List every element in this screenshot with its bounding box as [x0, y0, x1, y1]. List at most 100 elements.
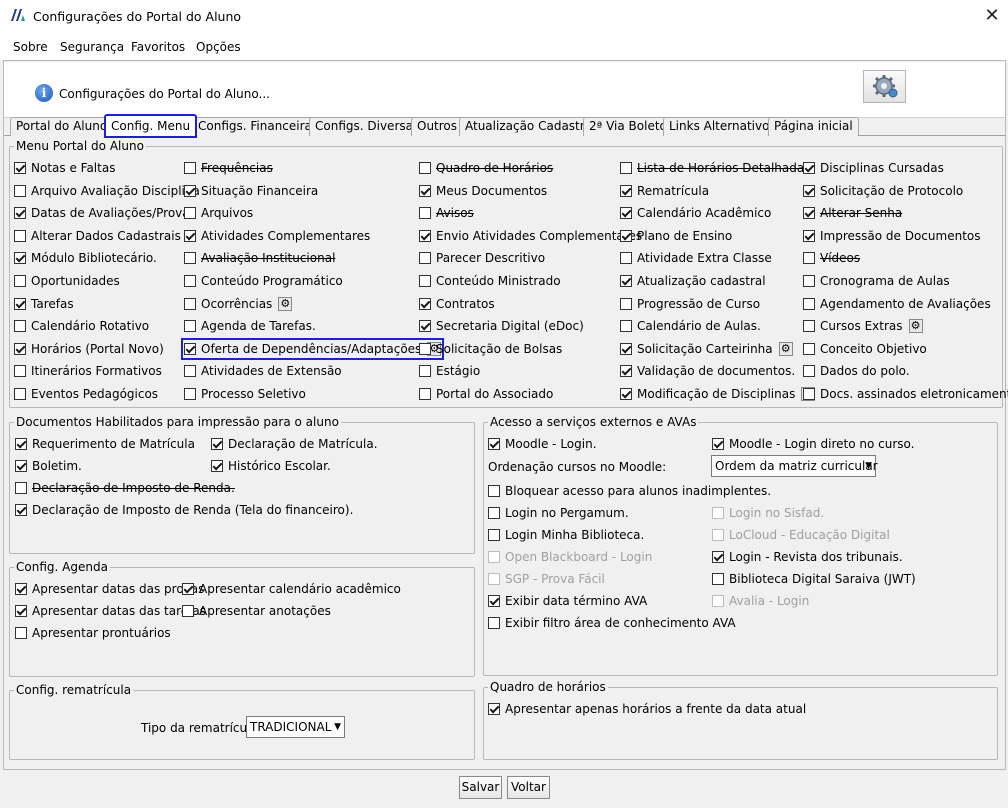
rematricula-select[interactable]: TRADICIONAL ▼ — [246, 716, 345, 738]
checkbox-box[interactable] — [620, 388, 632, 400]
checkbox-box[interactable] — [419, 298, 431, 310]
checkbox-box[interactable] — [419, 275, 431, 287]
tab-links-alternativos[interactable]: Links Alternativos — [663, 117, 782, 136]
checkbox-box[interactable] — [182, 605, 194, 617]
checkbox-box[interactable] — [488, 507, 500, 519]
checkbox-exibir-data-termino-ava[interactable]: Exibir data término AVA — [488, 593, 647, 609]
checkbox-situacao-financeira[interactable]: Situação Financeira — [184, 183, 318, 199]
checkbox-box[interactable] — [184, 298, 196, 310]
checkbox-box[interactable] — [488, 529, 500, 541]
checkbox-cursos-extras[interactable]: Cursos Extras ⚙ — [803, 318, 923, 334]
menu-opcoes[interactable]: Opções — [196, 40, 241, 54]
checkbox-solicitacao-carteirinha[interactable]: Solicitação Carteirinha ⚙ — [620, 341, 793, 357]
checkbox-box[interactable] — [488, 703, 500, 715]
save-button[interactable]: Salvar — [459, 776, 502, 799]
checkbox-arquivo-avaliacao-disciplina[interactable]: Arquivo Avaliação Disciplina — [14, 183, 200, 199]
checkbox-box[interactable] — [14, 252, 26, 264]
checkbox-ocorrencias[interactable]: Ocorrências ⚙ — [184, 296, 293, 312]
checkbox-box[interactable] — [712, 438, 724, 450]
gear-icon[interactable]: ⚙ — [908, 319, 923, 333]
checkbox-conteudo-programatico[interactable]: Conteúdo Programático — [184, 273, 343, 289]
checkbox-rematricula[interactable]: Rematrícula — [620, 183, 709, 199]
checkbox-box[interactable] — [620, 298, 632, 310]
checkbox-horarios-portal-novo[interactable]: Horários (Portal Novo) — [14, 341, 164, 357]
checkbox-box[interactable] — [15, 504, 27, 516]
checkbox-envio-atividades-complementares[interactable]: Envio Atividades Complementares — [419, 228, 642, 244]
checkbox-box[interactable] — [419, 230, 431, 242]
checkbox-historico-escolar[interactable]: Histórico Escolar. — [211, 458, 331, 474]
checkbox-box[interactable] — [712, 573, 724, 585]
checkbox-disciplinas-cursadas[interactable]: Disciplinas Cursadas — [803, 160, 944, 176]
checkbox-box[interactable] — [488, 617, 500, 629]
checkbox-box[interactable] — [15, 605, 27, 617]
checkbox-validacao-de-documentos[interactable]: Validação de documentos. — [620, 363, 795, 379]
checkbox-moodle-login-direto-no-curso[interactable]: Moodle - Login direto no curso. — [712, 436, 914, 452]
checkbox-meus-documentos[interactable]: Meus Documentos — [419, 183, 547, 199]
checkbox-alterar-senha[interactable]: Alterar Senha — [803, 205, 902, 221]
checkbox-box[interactable] — [488, 595, 500, 607]
checkbox-box[interactable] — [14, 162, 26, 174]
checkbox-alterar-dados-cadastrais[interactable]: Alterar Dados Cadastrais — [14, 228, 181, 244]
menu-favoritos[interactable]: Favoritos — [131, 40, 185, 54]
checkbox-avisos[interactable]: Avisos — [419, 205, 474, 221]
checkbox-box[interactable] — [211, 460, 223, 472]
checkbox-box[interactable] — [184, 343, 196, 355]
checkbox-agendamento-de-avaliacoes[interactable]: Agendamento de Avaliações — [803, 296, 991, 312]
checkbox-box[interactable] — [488, 485, 500, 497]
checkbox-box[interactable] — [803, 343, 815, 355]
checkbox-box[interactable] — [184, 230, 196, 242]
checkbox-box[interactable] — [14, 230, 26, 242]
checkbox-box[interactable] — [15, 438, 27, 450]
checkbox-box[interactable] — [803, 207, 815, 219]
checkbox-atividade-extra-classe[interactable]: Atividade Extra Classe — [620, 250, 772, 266]
checkbox-box[interactable] — [15, 583, 27, 595]
checkbox-box[interactable] — [211, 438, 223, 450]
tab-configs-diversas[interactable]: Configs. Diversas — [309, 117, 426, 136]
checkbox-agenda-de-tarefas[interactable]: Agenda de Tarefas. — [184, 318, 316, 334]
checkbox-lista-de-horarios-detalhada[interactable]: Lista de Horários Detalhada — [620, 160, 804, 176]
tab-atualizacao-cadastral[interactable]: Atualização Cadastral — [459, 117, 602, 136]
checkbox-exibir-filtro-area-de-conhecimento-ava[interactable]: Exibir filtro área de conhecimento AVA — [488, 615, 736, 631]
checkbox-atualizacao-cadastral[interactable]: Atualização cadastral — [620, 273, 766, 289]
checkbox-box[interactable] — [620, 320, 632, 332]
checkbox-dados-do-polo[interactable]: Dados do polo. — [803, 363, 910, 379]
gear-icon[interactable]: ⚙ — [278, 297, 293, 311]
checkbox-arquivos[interactable]: Arquivos — [184, 205, 253, 221]
checkbox-box[interactable] — [184, 365, 196, 377]
checkbox-calendario-academico[interactable]: Calendário Acadêmico — [620, 205, 771, 221]
checkbox-datas-de-avaliacoes-provas[interactable]: Datas de Avaliações/Provas — [14, 205, 196, 221]
menu-sobre[interactable]: Sobre — [13, 40, 48, 54]
back-button[interactable]: Voltar — [507, 776, 550, 799]
checkbox-progressao-de-curso[interactable]: Progressão de Curso — [620, 296, 760, 312]
checkbox-box[interactable] — [184, 252, 196, 264]
checkbox-box[interactable] — [803, 230, 815, 242]
checkbox-login-minha-biblioteca[interactable]: Login Minha Biblioteca. — [488, 527, 644, 543]
checkbox-box[interactable] — [14, 207, 26, 219]
checkbox-tarefas[interactable]: Tarefas — [14, 296, 74, 312]
tab-pagina-inicial[interactable]: Página inicial — [768, 117, 859, 136]
checkbox-login-no-pergamum[interactable]: Login no Pergamum. — [488, 505, 629, 521]
checkbox-box[interactable] — [15, 460, 27, 472]
checkbox-box[interactable] — [15, 627, 27, 639]
checkbox-frequencias[interactable]: Frequências — [184, 160, 273, 176]
checkbox-parecer-descritivo[interactable]: Parecer Descritivo — [419, 250, 545, 266]
checkbox-box[interactable] — [620, 252, 632, 264]
checkbox-box[interactable] — [620, 365, 632, 377]
checkbox-quadro-de-horarios[interactable]: Quadro de Horários — [419, 160, 553, 176]
checkbox-box[interactable] — [419, 343, 431, 355]
checkbox-itinerarios-formativos[interactable]: Itinerários Formativos — [14, 363, 162, 379]
checkbox-box[interactable] — [620, 343, 632, 355]
checkbox-conceito-objetivo[interactable]: Conceito Objetivo — [803, 341, 927, 357]
checkbox-login-revista-dos-tribunais[interactable]: Login - Revista dos tribunais. — [712, 549, 903, 565]
checkbox-apresentar-datas-das-provas[interactable]: Apresentar datas das provas — [15, 581, 204, 597]
checkbox-box[interactable] — [803, 275, 815, 287]
checkbox-box[interactable] — [803, 298, 815, 310]
checkbox-declaracao-de-imposto-de-renda-tela-do-financeiro[interactable]: Declaração de Imposto de Renda (Tela do … — [15, 502, 353, 518]
checkbox-box[interactable] — [184, 207, 196, 219]
checkbox-box[interactable] — [184, 320, 196, 332]
checkbox-bloquear-acesso-para-alunos-inadimplentes[interactable]: Bloquear acesso para alunos inadimplente… — [488, 483, 771, 499]
checkbox-atividades-complementares[interactable]: Atividades Complementares — [184, 228, 370, 244]
checkbox-portal-do-associado[interactable]: Portal do Associado — [419, 386, 553, 402]
checkbox-biblioteca-digital-saraiva-jwt[interactable]: Biblioteca Digital Saraiva (JWT) — [712, 571, 916, 587]
checkbox-box[interactable] — [620, 275, 632, 287]
